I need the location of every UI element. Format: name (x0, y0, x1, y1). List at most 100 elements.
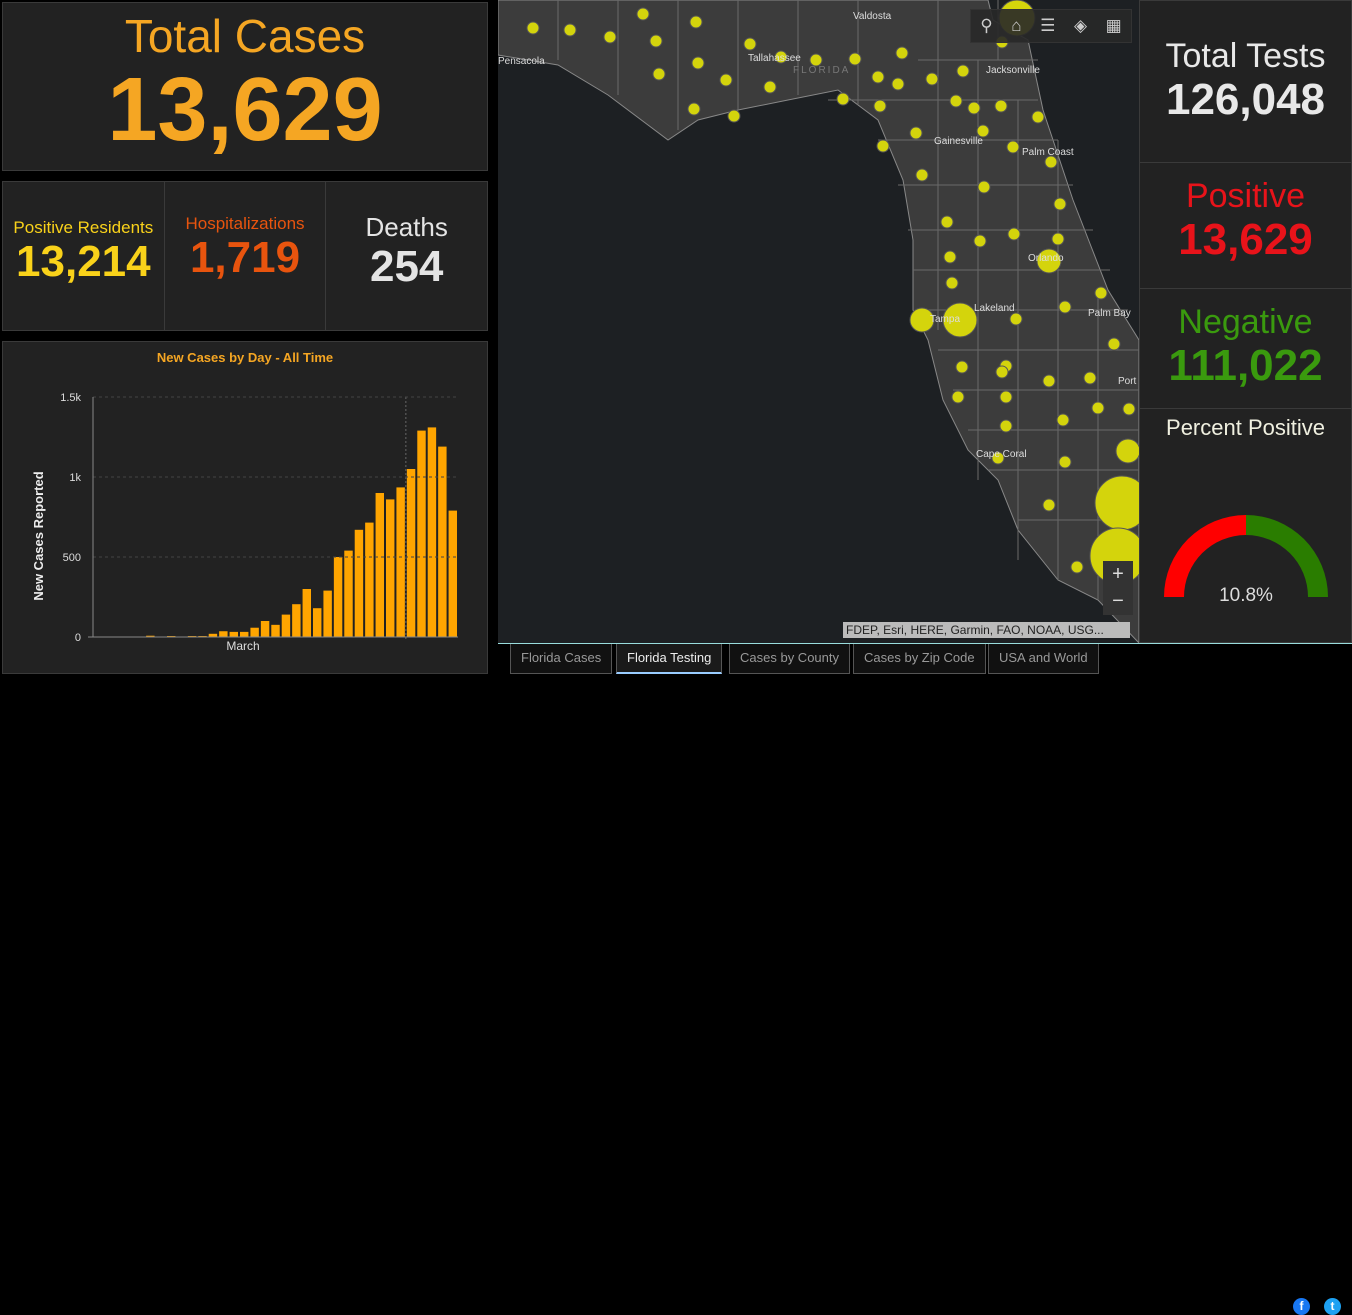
positive-residents-stat: Positive Residents 13,214 (3, 182, 165, 330)
new-cases-chart: New Cases Reported March 05001k1.5k (3, 366, 487, 671)
map-place-label: Palm Coast (1022, 147, 1074, 158)
stat-value: 126,048 (1140, 76, 1351, 124)
bar (303, 589, 311, 637)
stat-value: 254 (326, 243, 487, 291)
bar (417, 431, 425, 637)
tab-florida-testing[interactable]: Florida Testing (616, 644, 722, 674)
case-marker (690, 16, 702, 28)
total-cases-label: Total Cases (3, 9, 487, 63)
total-tests-stat: Total Tests 126,048 (1140, 1, 1351, 163)
case-marker (950, 95, 962, 107)
chart-title: New Cases by Day - All Time (3, 350, 487, 365)
testing-panel: Total Tests 126,048 Positive 13,629 Nega… (1139, 0, 1352, 643)
facebook-icon[interactable]: f (1293, 1298, 1310, 1315)
tab-florida-cases[interactable]: Florida Cases (510, 644, 612, 674)
case-marker (957, 65, 969, 77)
y-axis-label: New Cases Reported (31, 471, 46, 600)
case-marker (952, 391, 964, 403)
home-icon[interactable]: ⌂ (1011, 16, 1021, 36)
bar (449, 511, 457, 637)
map-place-label: Tampa (930, 314, 960, 325)
bar (282, 615, 290, 637)
legend-icon[interactable]: ☰ (1040, 16, 1055, 36)
basemap-gallery-icon[interactable]: ▦ (1106, 16, 1122, 36)
layers-icon[interactable]: ◈ (1074, 16, 1087, 36)
zoom-out-button[interactable]: − (1103, 588, 1133, 615)
bar (271, 625, 279, 637)
case-marker (837, 93, 849, 105)
map-place-label: Orlando (1028, 253, 1064, 264)
stat-value: 1,719 (165, 234, 326, 282)
case-marker (872, 71, 884, 83)
bar (355, 530, 363, 637)
bar (292, 604, 300, 637)
case-marker (995, 100, 1007, 112)
case-marker (720, 74, 732, 86)
gauge-value: 10.8% (1219, 585, 1273, 606)
bar (240, 632, 248, 637)
case-marker (849, 53, 861, 65)
map-place-label: Tallahassee (748, 53, 801, 64)
case-marker (1052, 233, 1064, 245)
case-marker (653, 68, 665, 80)
bar (428, 427, 436, 637)
hospitalizations-stat: Hospitalizations 1,719 (165, 182, 327, 330)
y-tick-label: 1k (69, 472, 81, 484)
bar (334, 557, 342, 637)
case-marker (637, 8, 649, 20)
total-cases-value: 13,629 (3, 65, 487, 155)
map-place-label: Lakeland (974, 303, 1015, 314)
case-marker (744, 38, 756, 50)
zoom-control: + − (1103, 561, 1133, 615)
map-place-label: Pensacola (498, 56, 545, 67)
map-place-label: Palm Bay (1088, 308, 1131, 319)
case-marker (877, 140, 889, 152)
new-cases-chart-panel: New Cases by Day - All Time New Cases Re… (2, 341, 488, 674)
case-marker (946, 277, 958, 289)
case-marker (874, 100, 886, 112)
map-place-label: FLORIDA (793, 65, 850, 76)
case-marker (892, 78, 904, 90)
case-marker (764, 81, 776, 93)
tab-cases-by-county[interactable]: Cases by County (729, 644, 850, 674)
stat-label: Negative (1140, 303, 1351, 342)
stats-panel: Positive Residents 13,214 Hospitalizatio… (2, 181, 488, 331)
case-marker (1123, 403, 1135, 415)
case-marker (916, 169, 928, 181)
case-marker (1043, 375, 1055, 387)
map-view[interactable]: ValdostaPensacolaTallahasseeFLORIDAJacks… (498, 0, 1139, 643)
tab-usa-and-world[interactable]: USA and World (988, 644, 1099, 674)
case-marker (1116, 439, 1139, 463)
twitter-icon[interactable]: t (1324, 1298, 1341, 1315)
case-marker (604, 31, 616, 43)
case-marker (1071, 561, 1083, 573)
bar (438, 447, 446, 637)
deaths-stat: Deaths 254 (326, 182, 487, 330)
case-marker (968, 102, 980, 114)
case-marker (564, 24, 576, 36)
stat-value: 13,629 (1140, 216, 1351, 264)
bar (386, 499, 394, 637)
stat-label: Positive Residents (3, 218, 164, 238)
case-marker (1000, 391, 1012, 403)
bar (407, 469, 415, 637)
case-marker (1043, 499, 1055, 511)
stat-value: 111,022 (1140, 342, 1351, 390)
x-tick-march: March (226, 639, 259, 653)
case-marker (978, 181, 990, 193)
florida-map[interactable]: ValdostaPensacolaTallahasseeFLORIDAJacks… (498, 0, 1139, 643)
case-marker (956, 361, 968, 373)
bar (261, 621, 269, 637)
tab-cases-by-zip-code[interactable]: Cases by Zip Code (853, 644, 986, 674)
gauge-label: Percent Positive (1140, 415, 1351, 441)
case-marker (728, 110, 740, 122)
map-place-label: Cape Coral (976, 449, 1027, 460)
bar (230, 632, 238, 637)
total-cases-panel: Total Cases 13,629 (2, 2, 488, 171)
case-marker (1007, 141, 1019, 153)
search-icon[interactable]: ⚲ (980, 16, 992, 36)
florida-landmass (498, 0, 1139, 643)
bar (219, 631, 227, 637)
zoom-in-button[interactable]: + (1103, 561, 1133, 588)
map-toolbar: ⚲ ⌂ ☰ ◈ ▦ (970, 9, 1132, 43)
